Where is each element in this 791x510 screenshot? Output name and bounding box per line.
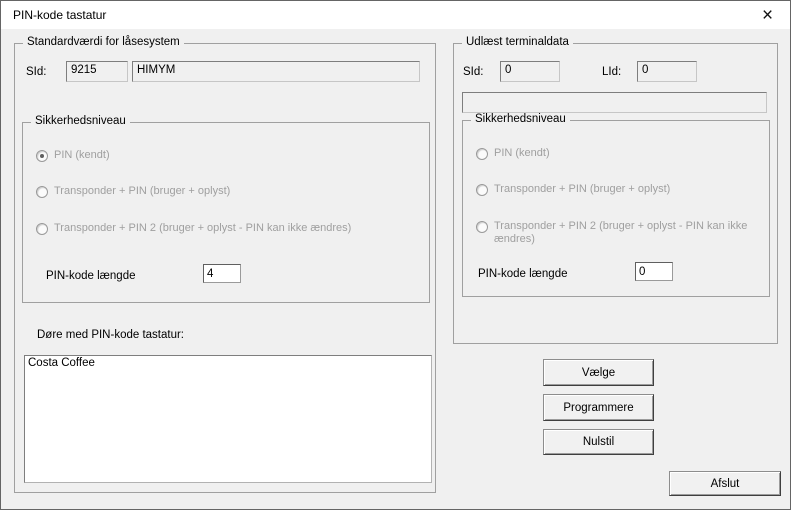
group-security-level-right: Sikkerhedsniveau PIN (kendt) Transponder… [462,120,770,297]
radio-pin-known-right [476,148,488,160]
terminal-name-field [462,92,767,113]
terminal-sid-field: 0 [500,61,560,82]
radio-transponder-pin-right [476,184,488,196]
radio-label: Transponder + PIN 2 (bruger + oplyst - P… [494,220,772,246]
list-item-door[interactable]: Costa Coffee [25,356,431,370]
pin-length-label-left: PIN-kode længde [46,269,136,283]
close-icon: × [762,6,773,25]
group-terminal-data: Udlæst terminaldata SId: 0 LId: 0 Sikker… [453,43,778,344]
terminal-sid-label: SId: [463,65,483,79]
sid-field: 9215 [66,61,128,82]
radio-label: PIN (kendt) [54,149,364,162]
terminal-lid-field: 0 [637,61,697,82]
radio-row: Transponder + PIN (bruger + oplyst) [476,183,772,196]
title-bar: PIN-kode tastatur × [1,1,790,29]
window-title: PIN-kode tastatur [13,8,106,22]
radio-transponder-pin-left [36,186,48,198]
radio-label: Transponder + PIN (bruger + oplyst) [494,183,772,196]
radio-transponder-pin2-right [476,221,488,233]
radio-row: PIN (kendt) [476,147,772,160]
radio-row: Transponder + PIN 2 (bruger + oplyst - P… [36,222,364,235]
dialog-body: Standardværdi for låsesystem SId: 9215 H… [1,29,790,509]
radio-row: Transponder + PIN 2 (bruger + oplyst - P… [476,220,772,246]
close-button[interactable]: × [745,1,790,29]
radio-transponder-pin2-left [36,223,48,235]
radio-label: Transponder + PIN (bruger + oplyst) [54,185,364,198]
doors-label: Døre med PIN-kode tastatur: [37,328,184,342]
doors-listbox[interactable]: Costa Coffee [24,355,432,483]
group-security-level-left: Sikkerhedsniveau PIN (kendt) Transponder… [22,122,430,303]
select-button[interactable]: Vælge [543,359,654,386]
group-standard-values-title: Standardværdi for låsesystem [23,36,184,48]
radio-label: PIN (kendt) [494,147,772,160]
pin-length-label-right: PIN-kode længde [478,267,568,281]
exit-button[interactable]: Afslut [669,471,781,496]
program-button[interactable]: Programmere [543,394,654,421]
group-standard-values: Standardværdi for låsesystem SId: 9215 H… [14,43,436,493]
radio-pin-known-left [36,150,48,162]
pin-length-input-left[interactable] [203,264,241,283]
pin-length-input-right[interactable] [635,262,673,281]
group-security-level-left-title: Sikkerhedsniveau [31,115,130,127]
pin-code-keypad-dialog: PIN-kode tastatur × Standardværdi for lå… [0,0,791,510]
sid-label: SId: [26,65,46,79]
reset-button[interactable]: Nulstil [543,429,654,455]
terminal-lid-label: LId: [602,65,621,79]
group-security-level-right-title: Sikkerhedsniveau [471,113,570,125]
radio-row: PIN (kendt) [36,149,364,162]
group-terminal-data-title: Udlæst terminaldata [462,36,573,48]
lock-system-name-field: HIMYM [132,61,420,82]
radio-label: Transponder + PIN 2 (bruger + oplyst - P… [54,222,364,235]
radio-row: Transponder + PIN (bruger + oplyst) [36,185,364,198]
